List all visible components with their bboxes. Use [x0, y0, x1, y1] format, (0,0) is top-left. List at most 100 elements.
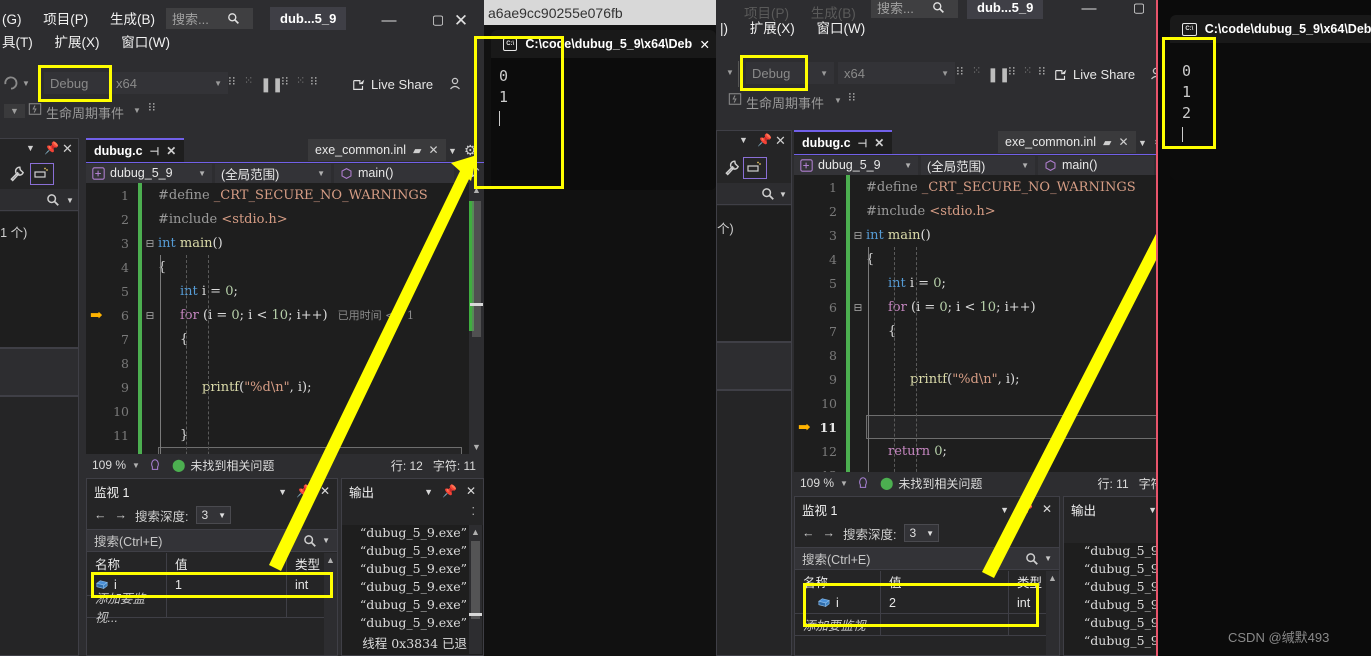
- code-line[interactable]: 5int i = 0;: [86, 279, 484, 303]
- watch-col-name-right[interactable]: 名称: [795, 571, 881, 592]
- search-depth-combo-left[interactable]: 3 ▼: [196, 506, 231, 524]
- minimize-button-right[interactable]: —: [1078, 0, 1100, 17]
- search-icon[interactable]: [46, 193, 60, 207]
- code-line[interactable]: 12return 0;: [794, 439, 1184, 463]
- overflow-icon[interactable]: ⁝⁝: [148, 100, 156, 114]
- search-input-right[interactable]: 搜索...: [871, 0, 958, 18]
- gear-icon[interactable]: ⚙: [464, 142, 477, 159]
- platform-combo-left[interactable]: x64 ▼: [110, 72, 228, 94]
- step-into-icon-right[interactable]: ⁝⁝: [1008, 64, 1016, 78]
- step-out-icon[interactable]: ⁝⁝: [310, 74, 318, 88]
- redo-dropdown-icon[interactable]: ▼: [22, 79, 30, 88]
- search-dropdown-icon-right[interactable]: ▼: [779, 190, 787, 199]
- lifecycle-dropdown-icon[interactable]: ▼: [133, 106, 141, 115]
- watch-row-right[interactable]: i 2 int: [795, 592, 1059, 614]
- step-into-icon[interactable]: ⁝⁝: [281, 74, 289, 88]
- nav-project-combo-left[interactable]: dubug_5_9 ▼: [86, 164, 212, 183]
- close-icon[interactable]: ✕: [466, 484, 476, 498]
- redo-icon[interactable]: [2, 74, 20, 92]
- watch-search-input-left[interactable]: 搜索(Ctrl+E) ▼: [87, 529, 337, 552]
- fold-toggle-icon[interactable]: ⊟: [142, 237, 158, 250]
- output-scrollbar-left[interactable]: ▲: [469, 525, 482, 654]
- scrollbar-thumb[interactable]: [472, 201, 481, 337]
- code-line[interactable]: 2#include <stdio.h>: [794, 199, 1184, 223]
- configuration-combo-right[interactable]: Debug ▼: [746, 62, 834, 84]
- zoom-level-right[interactable]: 109 %: [794, 476, 834, 490]
- chevron-down-icon[interactable]: ▼: [1138, 138, 1147, 148]
- pin-icon[interactable]: 📌: [442, 484, 457, 498]
- menu-item-extensions[interactable]: 扩展(X): [55, 31, 100, 51]
- output-overflow-icon[interactable]: ⁚: [472, 505, 476, 518]
- feedback-icon[interactable]: [148, 458, 162, 472]
- scroll-up-icon[interactable]: ▲: [469, 185, 484, 195]
- watch-search-input-right[interactable]: 搜索(Ctrl+E) ▼: [795, 547, 1059, 570]
- menu-item-extensions-right[interactable]: 扩展(X): [750, 17, 795, 37]
- close-icon[interactable]: ✕: [874, 136, 884, 150]
- code-line[interactable]: 3⊟int main(): [794, 223, 1184, 247]
- maximize-button-left[interactable]: ▢: [427, 12, 449, 28]
- editor-tab-dubug-c-left[interactable]: dubug.c ⊣ ✕: [86, 138, 184, 162]
- properties-button-left[interactable]: [30, 163, 54, 185]
- close-icon[interactable]: ✕: [62, 141, 73, 157]
- chevron-down-icon[interactable]: ▼: [1000, 502, 1009, 516]
- menu-item-g[interactable]: (G): [2, 12, 22, 27]
- editor-tab-dubug-c-right[interactable]: dubug.c ⊣ ✕: [794, 130, 892, 154]
- code-line[interactable]: 1#define _CRT_SECURE_NO_WARNINGS: [794, 175, 1184, 199]
- watch-scrollbar-left[interactable]: ▲: [324, 553, 337, 655]
- code-line[interactable]: 6⊟for (i = 0; i < 10; i++)已用时间 <= 1: [86, 303, 484, 327]
- code-line[interactable]: 2#include <stdio.h>: [86, 207, 484, 231]
- editor-tab-exe-common-left[interactable]: exe_common.inl ▰ ✕: [308, 139, 446, 161]
- console-titlebar-left[interactable]: C:\ C:\code\dubug_5_9\x64\Debu ✕: [491, 30, 716, 58]
- code-line[interactable]: 5int i = 0;: [794, 271, 1184, 295]
- code-line[interactable]: 8: [86, 351, 484, 375]
- live-share-button-left[interactable]: Live Share: [352, 77, 433, 92]
- scroll-up-icon[interactable]: ▲: [468, 527, 483, 537]
- search-dropdown-icon[interactable]: ▼: [322, 536, 330, 545]
- menu-item-window[interactable]: 窗口(W): [121, 31, 170, 51]
- scroll-up-icon[interactable]: ▲: [1045, 573, 1060, 583]
- code-line[interactable]: 9printf("%d\n", i);: [86, 375, 484, 399]
- output-body-left[interactable]: “dubug_5_9.exe”“dubug_5_9.exe”“dubug_5_9…: [342, 525, 483, 655]
- arrow-left-icon[interactable]: ←: [802, 526, 815, 540]
- watch-col-value-right[interactable]: 值: [881, 571, 1009, 592]
- close-icon[interactable]: ✕: [1042, 502, 1052, 516]
- console-titlebar-right[interactable]: C:\ C:\code\dubug_5_9\x64\Debu: [1170, 15, 1371, 43]
- code-line[interactable]: 4{: [86, 255, 484, 279]
- pause-icon-right[interactable]: ❚❚: [987, 66, 1010, 83]
- watch-col-value-left[interactable]: 值: [167, 553, 287, 574]
- maximize-button-right[interactable]: ▢: [1128, 0, 1150, 16]
- code-line[interactable]: 11}: [86, 423, 484, 447]
- chevron-down-icon[interactable]: ▼: [26, 143, 35, 153]
- nav-scope-combo-right[interactable]: (全局范围) ▼: [921, 156, 1035, 175]
- code-line[interactable]: 3⊟int main(): [86, 231, 484, 255]
- code-line[interactable]: 13: [794, 463, 1184, 472]
- pin-icon[interactable]: 📌: [296, 484, 311, 498]
- code-line[interactable]: 1#define _CRT_SECURE_NO_WARNINGS: [86, 183, 484, 207]
- scroll-up-icon[interactable]: ▲: [323, 555, 338, 565]
- split-view-icon[interactable]: ⇵: [469, 165, 484, 181]
- code-line[interactable]: 4{: [794, 247, 1184, 271]
- close-icon[interactable]: ✕: [166, 144, 176, 158]
- nav-member-combo-right[interactable]: main(): [1038, 156, 1154, 175]
- nav-scope-combo-left[interactable]: (全局范围) ▼: [215, 164, 331, 183]
- step-over-icon[interactable]: ⁝⁝: [228, 74, 236, 88]
- search-depth-combo-right[interactable]: 3 ▼: [904, 524, 939, 542]
- wrench-icon[interactable]: [723, 159, 741, 177]
- lifecycle-events-label-right[interactable]: 生命周期事件: [746, 93, 824, 112]
- chevron-down-icon[interactable]: ▼: [424, 484, 433, 498]
- share-person-icon[interactable]: [447, 76, 463, 92]
- menu-item-build[interactable]: 生成(B): [110, 8, 155, 28]
- menu-row-2-left[interactable]: 具(T) 扩展(X) 窗口(W): [2, 31, 188, 51]
- watch-addrow-left[interactable]: 添加要监视...: [87, 596, 337, 618]
- menu-row-1-left[interactable]: (G) 项目(P) 生成(B): [2, 8, 173, 28]
- step-out-icon-right[interactable]: ⁝⁝: [1038, 64, 1046, 78]
- menu-item-tools[interactable]: 具(T): [2, 31, 33, 51]
- search-icon[interactable]: [1025, 552, 1039, 566]
- arrow-left-icon[interactable]: ←: [94, 508, 107, 522]
- minimize-button-left[interactable]: —: [378, 12, 400, 29]
- search-input-left[interactable]: 搜索...: [166, 8, 253, 29]
- overflow-icon-right[interactable]: ⁝⁝: [848, 90, 856, 104]
- arrow-right-icon[interactable]: →: [823, 526, 836, 540]
- pin-icon[interactable]: 📌: [44, 141, 59, 155]
- nav-member-combo-left[interactable]: main(): [334, 164, 454, 183]
